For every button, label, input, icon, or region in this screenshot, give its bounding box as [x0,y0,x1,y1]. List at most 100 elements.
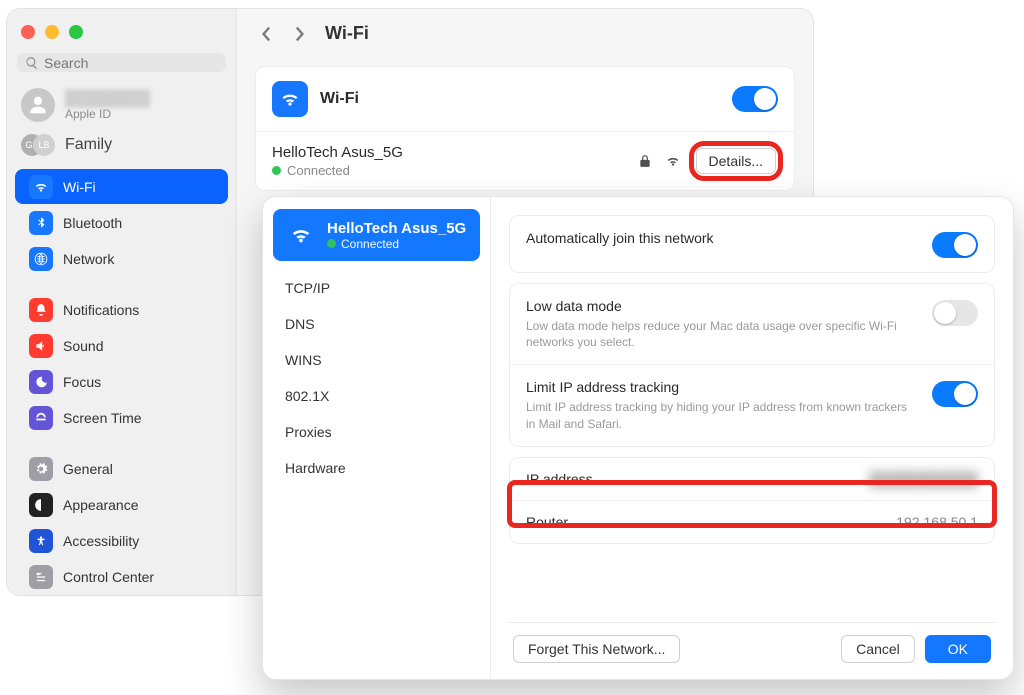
bluetooth-icon [29,211,53,235]
modal-network-status: Connected [327,237,466,251]
control-center-icon [29,565,53,589]
appearance-icon [29,493,53,517]
ip-address-label: IP address [526,471,593,487]
network-icon [29,247,53,271]
wifi-icon [29,175,53,199]
sidebar-item-network[interactable]: Network [15,241,228,276]
router-label: Router [526,514,568,530]
wifi-toggle[interactable] [732,86,778,112]
auto-join-card: Automatically join this network [509,215,995,273]
network-details-modal: HelloTech Asus_5G Connected TCP/IP DNS W… [262,196,1014,680]
wifi-label: Wi-Fi [320,90,732,108]
notifications-icon [29,298,53,322]
sidebar-item-notifications[interactable]: Notifications [15,292,228,327]
wifi-icon [272,81,308,117]
modal-network-name: HelloTech Asus_5G [327,220,466,237]
sound-icon [29,334,53,358]
wifi-icon [285,219,317,251]
status-dot-icon [327,239,336,248]
wifi-top-row: Wi-Fi [256,67,794,132]
account-name: ████████ [65,90,150,107]
limit-ip-toggle[interactable] [932,381,978,407]
sidebar-item-label: Sound [63,338,103,354]
sidebar-item-label: Wi-Fi [63,179,96,195]
low-data-desc: Low data mode helps reduce your Mac data… [526,318,918,350]
accessibility-icon [29,529,53,553]
minimize-icon[interactable] [45,25,59,39]
sidebar-item-wifi[interactable]: Wi-Fi [15,169,228,204]
tab-tcpip[interactable]: TCP/IP [271,271,482,305]
status-text: Connected [341,237,399,251]
account-sub: Apple ID [65,107,150,121]
details-button[interactable]: Details... [696,148,776,174]
sidebar-item-label: Appearance [63,497,139,513]
wifi-card: Wi-Fi HelloTech Asus_5G Connected Detail… [255,66,795,191]
lock-icon [638,153,652,169]
limit-ip-label: Limit IP address tracking [526,379,918,395]
sidebar-item-label: Screen Time [63,410,142,426]
focus-icon [29,370,53,394]
network-icons: Details... [638,146,778,176]
family-icon: GBLB [21,134,55,156]
sidebar-item-label: Accessibility [63,533,139,549]
sidebar-item-label: General [63,461,113,477]
ip-address-value: ███████████ [869,471,978,487]
status-text: Connected [287,163,350,178]
sidebar-item-general[interactable]: General [15,451,228,486]
close-icon[interactable] [21,25,35,39]
sidebar-item-screen-time[interactable]: Screen Time [15,400,228,435]
page-title: Wi-Fi [325,23,369,44]
sidebar-item-label: Focus [63,374,101,390]
limit-ip-desc: Limit IP address tracking by hiding your… [526,399,918,431]
sidebar-item-label: Bluetooth [63,215,122,231]
tab-hardware[interactable]: Hardware [271,451,482,485]
family-label: Family [65,136,112,154]
modal-network-header[interactable]: HelloTech Asus_5G Connected [273,209,480,261]
auto-join-toggle[interactable] [932,232,978,258]
avatar [21,88,55,122]
sidebar-item-focus[interactable]: Focus [15,364,228,399]
network-name: HelloTech Asus_5G [272,144,638,161]
account-text: ████████ Apple ID [65,90,150,121]
modal-footer: Forget This Network... Cancel OK [509,622,995,667]
modal-content: Automatically join this network Low data… [491,197,1013,679]
tab-wins[interactable]: WINS [271,343,482,377]
router-value: 192.168.50.1 [896,514,978,530]
address-card: IP address ███████████ Router 192.168.50… [509,457,995,544]
screen-time-icon [29,406,53,430]
forget-network-button[interactable]: Forget This Network... [513,635,680,663]
search-icon [25,56,39,70]
back-button[interactable] [257,25,275,43]
signal-icon [664,154,682,168]
tab-8021x[interactable]: 802.1X [271,379,482,413]
search-input[interactable] [44,55,218,71]
sidebar-item-appearance[interactable]: Appearance [15,487,228,522]
sidebar-item-label: Notifications [63,302,139,318]
options-card: Low data mode Low data mode helps reduce… [509,283,995,447]
current-network-row: HelloTech Asus_5G Connected Details... [256,132,794,190]
sidebar-item-sound[interactable]: Sound [15,328,228,363]
family-row[interactable]: GBLB Family [7,128,236,162]
sidebar-item-label: Control Center [63,569,154,585]
forward-button[interactable] [291,25,309,43]
auto-join-label: Automatically join this network [526,230,918,246]
low-data-label: Low data mode [526,298,918,314]
zoom-icon[interactable] [69,25,83,39]
sidebar-item-bluetooth[interactable]: Bluetooth [15,205,228,240]
nav-list: Wi-Fi Bluetooth Network Notifications [7,168,236,595]
window-controls [7,17,236,53]
status-dot-icon [272,166,281,175]
network-status: Connected [272,163,638,178]
apple-id-row[interactable]: ████████ Apple ID [7,82,236,128]
tab-dns[interactable]: DNS [271,307,482,341]
cancel-button[interactable]: Cancel [841,635,915,663]
topbar: Wi-Fi [237,9,813,58]
ok-button[interactable]: OK [925,635,991,663]
search-input-wrap[interactable] [17,53,226,72]
modal-sidebar: HelloTech Asus_5G Connected TCP/IP DNS W… [263,197,491,679]
tab-proxies[interactable]: Proxies [271,415,482,449]
low-data-toggle[interactable] [932,300,978,326]
sidebar-item-accessibility[interactable]: Accessibility [15,523,228,558]
sidebar-item-control-center[interactable]: Control Center [15,559,228,594]
sidebar-item-label: Network [63,251,114,267]
